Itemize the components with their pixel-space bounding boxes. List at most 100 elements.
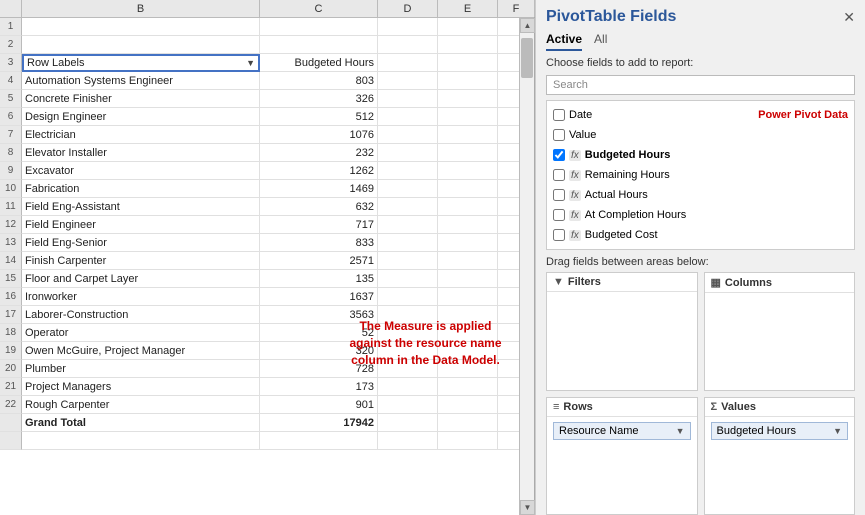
pivot-row-label: Owen McGuire, Project Manager (22, 342, 260, 360)
pivot-field-date-checkbox[interactable] (553, 109, 565, 121)
pivot-zone-filters-header: ▼ Filters (547, 273, 697, 292)
pivot-zone-filters[interactable]: ▼ Filters (546, 272, 698, 391)
pivot-zone-columns[interactable]: ▦ Columns (704, 272, 856, 391)
col-header-a (0, 0, 22, 17)
filters-content (547, 292, 697, 390)
rows-pill-text: Resource Name (559, 425, 672, 437)
pivot-data-row: 9 Excavator 1262 (0, 162, 534, 180)
pivot-field-budgeted-hours-label: Budgeted Hours (585, 149, 848, 161)
rows-resource-name-pill[interactable]: Resource Name ▼ (553, 422, 691, 440)
row-labels-text: Row Labels (27, 57, 84, 69)
cell-d-7 (378, 126, 438, 144)
cell-e-7 (438, 126, 498, 144)
pivot-zones-grid: ▼ Filters ▦ Columns ≡ Rows (536, 272, 865, 515)
row-num-12: 12 (0, 216, 22, 234)
values-budgeted-hours-pill[interactable]: Budgeted Hours ▼ (711, 422, 849, 440)
pivot-fields-list: Date Power Pivot Data Value fx Budgeted … (546, 100, 855, 250)
pivot-field-remaining-hours: fx Remaining Hours (547, 165, 854, 185)
scrollbar-down-arrow[interactable]: ▼ (520, 500, 535, 515)
fx-cost-icon: fx (569, 230, 581, 241)
row-labels-dropdown-icon[interactable]: ▼ (246, 58, 255, 68)
pivot-field-remaining-hours-checkbox[interactable] (553, 169, 565, 181)
pivot-data-row: 14 Finish Carpenter 2571 (0, 252, 534, 270)
row-num-11: 11 (0, 198, 22, 216)
pivot-data-row: 10 Fabrication 1469 (0, 180, 534, 198)
pivot-drag-instruction: Drag fields between areas below: (536, 250, 865, 272)
pivot-row-label: Design Engineer (22, 108, 260, 126)
pivot-field-date: Date Power Pivot Data (547, 105, 854, 125)
pivot-row-label: Field Engineer (22, 216, 260, 234)
cell-e-13 (438, 234, 498, 252)
power-pivot-data-label: Power Pivot Data (758, 109, 848, 121)
pivot-row-labels-header[interactable]: Row Labels ▼ (22, 54, 260, 72)
pivot-field-at-completion-checkbox[interactable] (553, 209, 565, 221)
pivot-row-label: Electrician (22, 126, 260, 144)
annotation-text: The Measure is applied against the resou… (348, 318, 503, 368)
cell-e-8 (438, 144, 498, 162)
pivot-data-row: 5 Concrete Finisher 326 (0, 90, 534, 108)
cell-e-extra (438, 432, 498, 450)
row-num-7: 7 (0, 126, 22, 144)
scrollbar-track[interactable] (520, 33, 534, 500)
cell-d-12 (378, 216, 438, 234)
cell-d-6 (378, 108, 438, 126)
pivot-row-value: 2571 (260, 252, 378, 270)
cell-d3 (378, 54, 438, 72)
pivot-field-budgeted-hours-checkbox[interactable] (553, 149, 565, 161)
row-num-16: 16 (0, 288, 22, 306)
grand-total-value: 17942 (260, 414, 378, 432)
row-num-14: 14 (0, 252, 22, 270)
cell-e-16 (438, 288, 498, 306)
row-num-22: 22 (0, 396, 22, 414)
pivot-zone-values[interactable]: Σ Values Budgeted Hours ▼ (704, 397, 856, 515)
fx-completion-icon: fx (569, 210, 581, 221)
cell-d1 (378, 18, 438, 36)
row-num-2: 2 (0, 36, 22, 54)
scrollbar-thumb[interactable] (521, 38, 533, 78)
tab-all[interactable]: All (594, 32, 607, 51)
rows-pill-dropdown[interactable]: ▼ (676, 426, 685, 436)
pivot-zone-rows[interactable]: ≡ Rows Resource Name ▼ (546, 397, 698, 515)
vertical-scrollbar[interactable]: ▲ ▼ (519, 18, 534, 515)
pivot-row-value: 833 (260, 234, 378, 252)
cell-d-11 (378, 198, 438, 216)
tab-active[interactable]: Active (546, 32, 582, 51)
pivot-row-value: 326 (260, 90, 378, 108)
pivot-zone-values-header: Σ Values (705, 398, 855, 417)
pivot-row-label: Project Managers (22, 378, 260, 396)
values-pill-dropdown[interactable]: ▼ (833, 426, 842, 436)
pivot-search-box[interactable]: Search (546, 75, 855, 95)
cell-e-9 (438, 162, 498, 180)
pivot-data-row: 12 Field Engineer 717 (0, 216, 534, 234)
pivot-row-label: Laborer-Construction (22, 306, 260, 324)
pivot-row-label: Operator (22, 324, 260, 342)
pivot-header-row: 3 Row Labels ▼ Budgeted Hours (0, 54, 534, 72)
pivot-row-label: Excavator (22, 162, 260, 180)
rows-label: Rows (563, 401, 592, 413)
columns-icon: ▦ (711, 276, 721, 289)
pivot-data-row: 16 Ironworker 1637 (0, 288, 534, 306)
cell-d2 (378, 36, 438, 54)
pivot-zone-rows-header: ≡ Rows (547, 398, 697, 417)
cell-b-extra (22, 432, 260, 450)
pivot-row-label: Floor and Carpet Layer (22, 270, 260, 288)
cell-d-4 (378, 72, 438, 90)
pivot-field-date-label: Date (569, 109, 754, 121)
cell-e1 (438, 18, 498, 36)
pivot-field-value: Value (547, 125, 854, 145)
pivot-field-actual-hours-checkbox[interactable] (553, 189, 565, 201)
budget-hours-header-text: Budgeted Hours (295, 57, 375, 69)
search-placeholder: Search (553, 79, 588, 91)
grand-total-label: Grand Total (22, 414, 260, 432)
pivot-data-row: 8 Elevator Installer 232 (0, 144, 534, 162)
pivot-field-budgeted-cost-checkbox[interactable] (553, 229, 565, 241)
pivot-field-value-checkbox[interactable] (553, 129, 565, 141)
cell-e-22 (438, 396, 498, 414)
cell-e-6 (438, 108, 498, 126)
cell-e-14 (438, 252, 498, 270)
pivot-close-button[interactable]: ✕ (843, 9, 855, 26)
pivot-row-value: 1262 (260, 162, 378, 180)
cell-e-4 (438, 72, 498, 90)
scrollbar-up-arrow[interactable]: ▲ (520, 18, 535, 33)
pivot-row-value: 232 (260, 144, 378, 162)
